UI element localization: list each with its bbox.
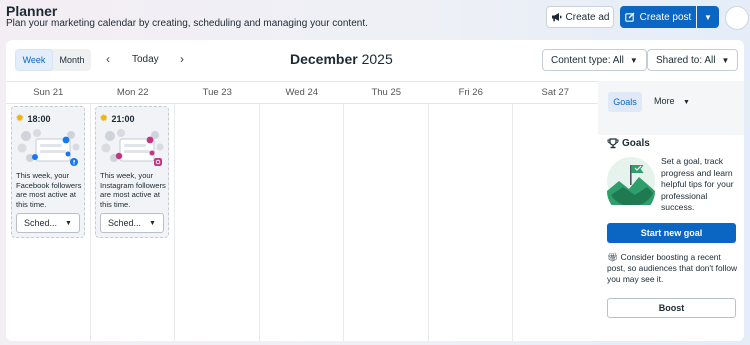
year: 2025	[361, 51, 393, 67]
trophy-icon	[607, 138, 619, 149]
goals-panel: Goals Set a goal, track progress and lea…	[598, 135, 744, 341]
create-ad-label: Create ad	[565, 11, 610, 23]
planner-main: Week Month ‹ Today › December 2025 Conte…	[6, 40, 744, 341]
month-title: December 2025	[290, 51, 393, 67]
avatar[interactable]	[725, 6, 749, 30]
caret-down-icon: ▼	[704, 12, 712, 22]
suggested-time-card: ✹ 21:00 This week, your Instagram follow…	[95, 106, 169, 238]
caret-down-icon: ▼	[149, 219, 156, 227]
compose-icon	[624, 12, 635, 22]
page-title: Planner	[6, 3, 58, 19]
view-switcher: Week Month	[15, 49, 91, 71]
suggestion-text: This week, your Facebook followers are m…	[16, 171, 82, 209]
chevron-left-icon[interactable]: ‹	[106, 52, 110, 66]
suggestion-text: This week, your Instagram followers are …	[100, 171, 166, 209]
day-column[interactable]	[344, 104, 429, 341]
content-type-label: Content type: All	[551, 54, 624, 66]
caret-down-icon: ▼	[65, 219, 72, 227]
page-subtitle: Plan your marketing calendar by creating…	[6, 18, 368, 29]
caret-down-icon: ▼	[721, 55, 730, 65]
shared-to-dropdown[interactable]: Shared to: All ▼	[647, 49, 739, 71]
shared-to-label: Shared to: All	[656, 54, 716, 66]
today-button[interactable]: Today	[132, 54, 159, 65]
create-post-button[interactable]: Create post	[620, 6, 696, 28]
boost-description: Consider boosting a recent post, so audi…	[607, 252, 738, 284]
suggested-time: 18:00	[27, 113, 51, 124]
day-header: Wed 24	[259, 82, 344, 104]
caret-down-icon: ▼	[683, 99, 690, 106]
chevron-right-icon[interactable]: ›	[180, 52, 184, 66]
goals-description: Set a goal, track progress and learn hel…	[661, 156, 734, 213]
create-post-dropdown-button[interactable]: ▼	[697, 6, 719, 28]
goal-flag-illustration	[607, 157, 655, 205]
gift-icon: 🎁︎	[607, 252, 618, 262]
day-column[interactable]	[513, 104, 598, 341]
tab-goals[interactable]: Goals	[608, 92, 642, 112]
boost-button[interactable]: Boost	[607, 298, 736, 318]
day-column[interactable]	[175, 104, 260, 341]
day-header: Mon 22	[90, 82, 175, 104]
day-header: Tue 23	[175, 82, 260, 104]
day-column[interactable]	[429, 104, 513, 341]
content-type-dropdown[interactable]: Content type: All ▼	[542, 49, 647, 71]
side-panel-tabs: Goals More ▼	[598, 81, 744, 135]
calendar-toolbar: Week Month ‹ Today › December 2025 Conte…	[6, 40, 744, 80]
suggested-time-card: ✹ 18:00 f This week, your Facebook follo…	[11, 106, 85, 238]
suggested-time: 21:00	[111, 113, 135, 124]
schedule-label: Sched...	[108, 218, 142, 228]
month-name: December	[290, 51, 358, 67]
create-ad-button[interactable]: Create ad	[546, 6, 614, 28]
tab-more[interactable]: More ▼	[654, 96, 690, 106]
facebook-audience-illustration: f	[17, 129, 80, 167]
view-month-button[interactable]: Month	[53, 49, 91, 71]
day-header: Sun 21	[6, 82, 91, 104]
schedule-button[interactable]: Sched... ▼	[100, 213, 164, 233]
day-column[interactable]	[260, 104, 344, 341]
schedule-button[interactable]: Sched... ▼	[16, 213, 80, 233]
megaphone-icon	[551, 13, 562, 22]
instagram-audience-illustration	[101, 129, 164, 166]
day-header: Sat 27	[513, 82, 598, 104]
caret-down-icon: ▼	[629, 55, 638, 65]
sun-icon: ✹	[100, 113, 108, 123]
goals-title: Goals	[622, 138, 650, 149]
start-new-goal-button[interactable]: Start new goal	[607, 223, 736, 243]
tab-more-label: More	[654, 96, 675, 106]
sun-icon: ✹	[16, 113, 24, 123]
create-post-label: Create post	[639, 11, 692, 23]
day-header: Thu 25	[344, 82, 429, 104]
schedule-label: Sched...	[24, 218, 58, 228]
view-week-button[interactable]: Week	[15, 49, 53, 71]
day-header: Fri 26	[428, 82, 513, 104]
